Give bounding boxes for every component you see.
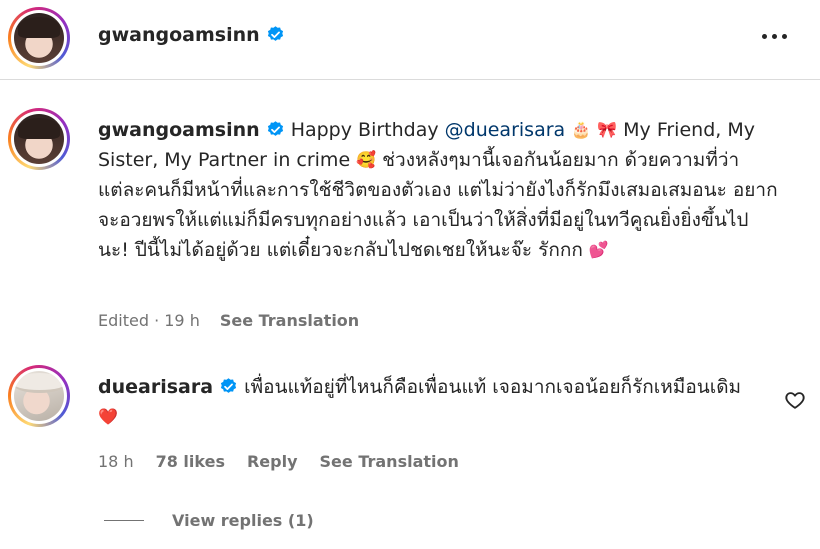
caption-mention[interactable]: @duearisara [445,119,566,141]
caption-avatar[interactable] [8,108,70,170]
author-avatar[interactable] [8,7,70,69]
red-heart-icon: ❤️ [98,407,118,426]
cake-icon: 🎂 [571,120,592,139]
caption-text-part: Happy Birthday [284,119,445,141]
caption-text: gwangoamsinn Happy Birthday @duearisara … [98,115,778,265]
comment-body: เพื่อนแท้อยู่ที่ไหนก็คือเพื่อนแท้ เจอมาก… [238,376,742,398]
verified-badge-icon [267,26,283,41]
comment-username[interactable]: duearisara [98,376,213,398]
header-username-row: gwangoamsinn [98,24,285,46]
two-hearts-icon: 💕 [588,240,609,259]
ribbon-icon: 🎀 [597,120,618,139]
comment-likes[interactable]: 78 likes [156,452,225,471]
verified-badge-icon [267,121,283,136]
like-heart-icon[interactable] [784,389,806,411]
view-replies-button[interactable]: View replies (1) [104,511,314,530]
smiling-hearts-icon: 🥰 [356,150,377,169]
reply-button[interactable]: Reply [247,452,298,471]
comment-see-translation[interactable]: See Translation [320,452,459,471]
edited-time: Edited · 19 h [98,311,200,330]
view-replies-label: View replies (1) [172,511,314,530]
caption-username[interactable]: gwangoamsinn [98,119,260,141]
comment-meta: 18 h 78 likes Reply See Translation [98,452,459,471]
caption-see-translation[interactable]: See Translation [220,311,359,330]
comment-text: duearisara เพื่อนแท้อยู่ที่ไหนก็คือเพื่อ… [98,372,758,432]
caption-meta: Edited · 19 h See Translation [98,311,359,330]
verified-badge-icon [220,378,237,393]
comment-avatar[interactable] [8,365,70,427]
header-username[interactable]: gwangoamsinn [98,24,260,46]
more-horizontal-icon[interactable] [754,22,794,50]
comment-time: 18 h [98,452,134,471]
replies-divider [104,520,144,521]
post-header: gwangoamsinn [0,0,820,80]
